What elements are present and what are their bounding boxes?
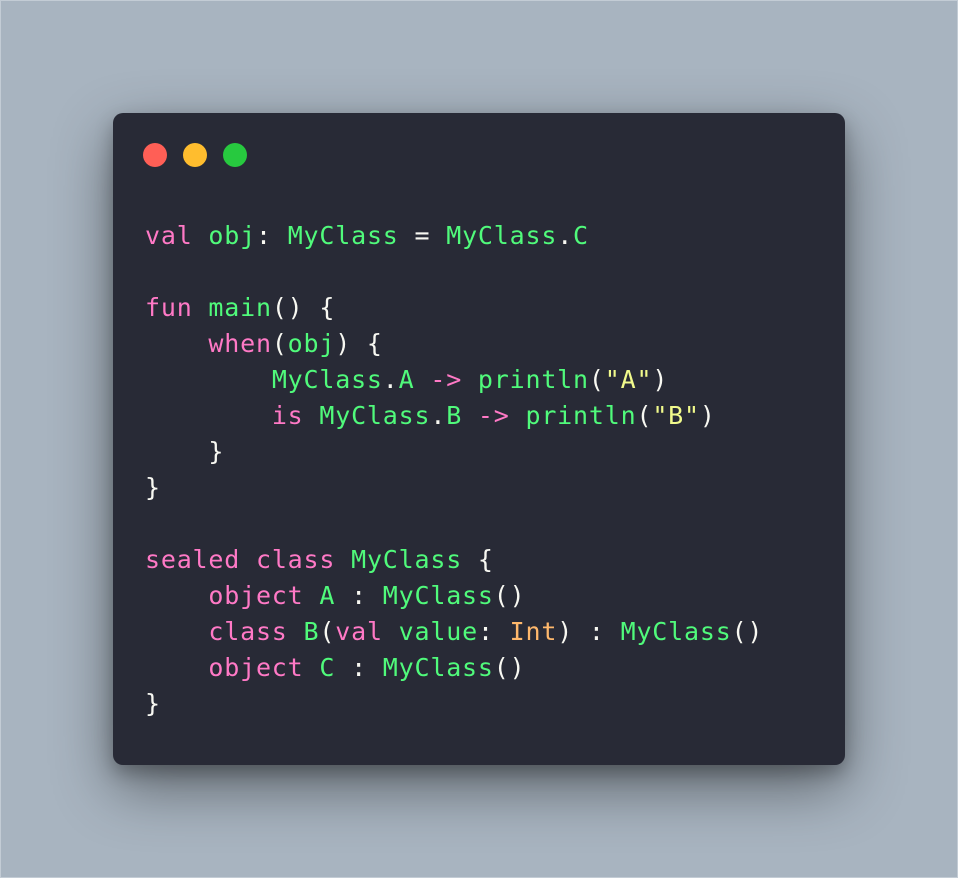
keyword-token: class (208, 617, 288, 646)
identifier-token: MyClass (319, 401, 431, 430)
keyword-token: class (255, 545, 336, 574)
keyword-token: -> (430, 365, 463, 394)
punctuation-token (145, 329, 208, 358)
identifier-token: obj (287, 329, 336, 358)
identifier-token: value (398, 617, 478, 646)
punctuation-token: } (145, 437, 225, 466)
maximize-button[interactable] (223, 143, 247, 167)
punctuation-token: : (335, 653, 383, 682)
punctuation-token: () (731, 617, 764, 646)
punctuation-token: ) { (335, 329, 383, 358)
punctuation-token: } (145, 689, 161, 718)
keyword-token: val (145, 221, 193, 250)
code-line: when(obj) { (145, 326, 763, 362)
code-line: } (145, 470, 763, 506)
identifier-token: MyClass (382, 653, 494, 682)
identifier-token: B (446, 401, 463, 430)
string-token: "A" (604, 365, 653, 394)
keyword-token: -> (477, 401, 510, 430)
punctuation-token: ( (271, 329, 288, 358)
identifier-token: println (477, 365, 589, 394)
punctuation-token (240, 545, 256, 574)
identifier-token: println (525, 401, 637, 430)
minimize-button[interactable] (183, 143, 207, 167)
identifier-token: MyClass (620, 617, 732, 646)
string-token: "B" (652, 401, 700, 430)
punctuation-token (335, 545, 351, 574)
punctuation-token: ) (652, 365, 669, 394)
close-button[interactable] (143, 143, 167, 167)
punctuation-token: = (398, 221, 447, 250)
keyword-token: sealed (145, 545, 241, 574)
punctuation-token (462, 365, 478, 394)
punctuation-token (462, 401, 478, 430)
code-line: object A : MyClass() (145, 578, 763, 614)
identifier-token: MyClass (351, 545, 463, 574)
type-token: Int (509, 617, 558, 646)
code-line: object C : MyClass() (145, 650, 763, 686)
punctuation-token (510, 401, 526, 430)
punctuation-token (288, 617, 304, 646)
punctuation-token: : (335, 581, 383, 610)
code-line: } (145, 686, 763, 722)
punctuation-token: () (493, 581, 526, 610)
punctuation-token (145, 365, 272, 394)
punctuation-token: . (557, 221, 574, 250)
identifier-token: main (208, 293, 272, 322)
punctuation-token: . (382, 365, 399, 394)
identifier-token: MyClass (382, 581, 494, 610)
punctuation-token (145, 617, 208, 646)
identifier-token: MyClass (271, 365, 383, 394)
keyword-token: when (208, 329, 272, 358)
punctuation-token (193, 221, 209, 250)
punctuation-token (304, 653, 320, 682)
code-line: val obj: MyClass = MyClass.C (145, 218, 763, 254)
keyword-token: is (271, 401, 304, 430)
punctuation-token: ( (319, 617, 336, 646)
identifier-token: MyClass (287, 221, 399, 250)
punctuation-token: . (430, 401, 447, 430)
code-line: class B(val value: Int) : MyClass() (145, 614, 763, 650)
identifier-token: A (398, 365, 415, 394)
punctuation-token (304, 401, 320, 430)
keyword-token: object (208, 653, 304, 682)
code-line: sealed class MyClass { (145, 542, 763, 578)
punctuation-token: ) : (557, 617, 621, 646)
code-line: MyClass.A -> println("A") (145, 362, 763, 398)
punctuation-token (193, 293, 209, 322)
punctuation-token: : (255, 221, 288, 250)
code-line: } (145, 434, 763, 470)
keyword-token: val (335, 617, 383, 646)
code-block: val obj: MyClass = MyClass.C fun main() {… (145, 218, 763, 722)
punctuation-token (304, 581, 320, 610)
punctuation-token: ( (588, 365, 605, 394)
identifier-token: C (573, 221, 589, 250)
identifier-token: C (319, 653, 336, 682)
identifier-token: obj (208, 221, 256, 250)
punctuation-token: } (145, 473, 161, 502)
code-window: val obj: MyClass = MyClass.C fun main() {… (113, 113, 845, 765)
punctuation-token (145, 401, 272, 430)
window-controls (143, 143, 263, 167)
punctuation-token (145, 653, 208, 682)
identifier-token: MyClass (446, 221, 558, 250)
keyword-token: fun (145, 293, 193, 322)
code-line: is MyClass.B -> println("B") (145, 398, 763, 434)
identifier-token: A (319, 581, 336, 610)
identifier-token: B (303, 617, 320, 646)
punctuation-token: () { (271, 293, 336, 322)
punctuation-token: ( (636, 401, 653, 430)
code-line: fun main() { (145, 290, 763, 326)
punctuation-token: : (477, 617, 510, 646)
punctuation-token (383, 617, 399, 646)
punctuation-token (145, 581, 208, 610)
punctuation-token: () (493, 653, 526, 682)
punctuation-token: { (462, 545, 494, 574)
punctuation-token (415, 365, 431, 394)
punctuation-token: ) (699, 401, 716, 430)
keyword-token: object (208, 581, 304, 610)
